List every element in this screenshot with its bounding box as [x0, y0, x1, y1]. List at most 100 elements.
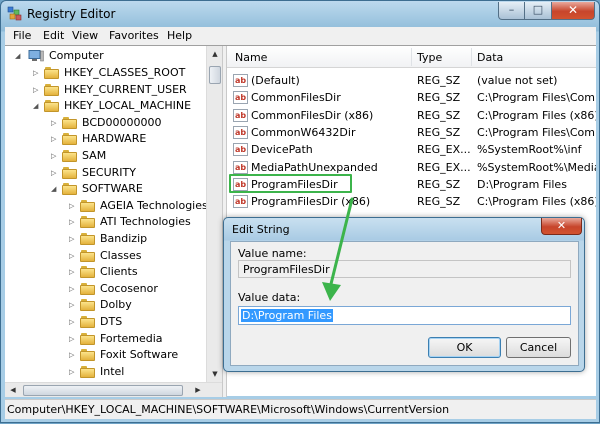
scroll-thumb[interactable] [209, 66, 221, 84]
folder-icon [80, 216, 96, 229]
string-value-icon: ab [233, 91, 248, 105]
expanded-arrow-icon[interactable]: ◢ [15, 52, 23, 60]
tree-horizontal-scrollbar[interactable]: ◀ ▶ [5, 382, 222, 397]
menu-file[interactable]: File [13, 29, 31, 42]
folder-icon [80, 365, 96, 378]
value-type-cell: REG_SZ [417, 108, 461, 122]
collapsed-arrow-icon[interactable]: ▷ [69, 368, 77, 376]
menu-edit[interactable]: Edit [43, 29, 64, 42]
collapsed-arrow-icon[interactable]: ▷ [51, 152, 59, 160]
scroll-up-arrow-icon[interactable]: ▲ [207, 46, 223, 62]
collapsed-arrow-icon[interactable]: ▷ [69, 318, 77, 326]
column-header-data[interactable]: Data [477, 51, 503, 64]
folder-icon [44, 100, 60, 113]
collapsed-arrow-icon[interactable]: ▷ [69, 335, 77, 343]
folder-icon [80, 199, 96, 212]
value-data-cell: C:\Program Files (x86) [477, 195, 596, 209]
title-bar[interactable]: Registry Editor – □ ✕ [1, 1, 599, 27]
string-value-icon: ab [233, 125, 248, 139]
value-type-cell: REG_SZ [417, 177, 461, 191]
value-data-text: D:\Program Files [241, 309, 333, 322]
table-row[interactable]: ab ProgramFilesDir (x86) REG_SZ C:\Program … [227, 193, 596, 211]
collapsed-arrow-icon[interactable]: ▷ [69, 285, 77, 293]
scroll-left-arrow-icon[interactable]: ◀ [5, 383, 21, 398]
status-path: Computer\HKEY_LOCAL_MACHINE\SOFTWARE\Mic… [7, 403, 450, 416]
tree-item-label: Intel [100, 364, 125, 378]
tree-item-label: AGEIA Technologies [100, 198, 208, 212]
tree-item-label: Classes [100, 248, 142, 262]
tree-item-label: Cocosenor [100, 281, 158, 295]
table-row[interactable]: ab (Default) REG_SZ (value not set) [227, 72, 596, 90]
collapsed-arrow-icon[interactable]: ▷ [33, 86, 41, 94]
tree-item-label: HKEY_CLASSES_ROOT [64, 66, 186, 79]
folder-icon [80, 316, 96, 328]
collapsed-arrow-icon[interactable]: ▷ [33, 69, 41, 77]
collapsed-arrow-icon[interactable]: ▷ [51, 135, 59, 143]
tree-item-label: BCD00000000 [82, 115, 162, 129]
table-row[interactable]: ab CommonFilesDir (x86) REG_SZ C:\Program F… [227, 107, 596, 125]
tree-item-label: SAM [82, 149, 107, 162]
tree-item-label: HARDWARE [82, 132, 147, 146]
value-data-cell: C:\Program Files\Comm [477, 125, 596, 139]
scroll-thumb[interactable] [23, 385, 183, 396]
folder-icon [62, 116, 78, 129]
scroll-down-arrow-icon[interactable]: ▼ [207, 366, 223, 382]
folder-icon [62, 133, 78, 146]
value-name-cell: ProgramFilesDir (x86) [251, 195, 371, 209]
value-type-cell: REG_SZ [417, 125, 461, 139]
collapsed-arrow-icon[interactable]: ▷ [69, 268, 77, 276]
value-type-cell: REG_EX... [417, 143, 471, 157]
collapsed-arrow-icon[interactable]: ▷ [69, 218, 77, 226]
cancel-button[interactable]: Cancel [506, 337, 571, 358]
string-value-icon: ab [233, 195, 248, 209]
collapsed-arrow-icon[interactable]: ▷ [69, 301, 77, 309]
menu-view[interactable]: View [72, 29, 98, 42]
tree-item-label: Bandizip [100, 232, 148, 245]
table-row[interactable]: ab CommonW6432Dir REG_SZ C:\Program Files\C… [227, 124, 596, 142]
status-bar: Computer\HKEY_LOCAL_MACHINE\SOFTWARE\Mic… [5, 399, 596, 419]
edit-string-dialog: Edit String ✕ Value name: ProgramFilesDi… [223, 217, 585, 372]
maximize-button[interactable]: □ [525, 2, 552, 20]
collapsed-arrow-icon[interactable]: ▷ [69, 252, 77, 260]
value-data-cell: %SystemRoot%\inf [477, 143, 582, 157]
column-divider[interactable] [471, 48, 472, 66]
folder-icon [44, 67, 60, 79]
column-divider[interactable] [411, 48, 412, 66]
expanded-arrow-icon[interactable]: ◢ [33, 102, 41, 110]
collapsed-arrow-icon[interactable]: ▷ [69, 351, 77, 359]
column-header-name[interactable]: Name [235, 51, 267, 64]
folder-icon [80, 299, 96, 312]
tree-item-label: Clients [100, 265, 138, 279]
scroll-right-arrow-icon[interactable]: ▶ [190, 383, 206, 398]
tree-item-label: SOFTWARE [82, 182, 143, 196]
collapsed-arrow-icon[interactable]: ▷ [51, 119, 59, 127]
close-button[interactable]: ✕ [552, 2, 595, 20]
minimize-button[interactable]: – [498, 2, 525, 20]
tree-vertical-scrollbar[interactable]: ▲ ▼ [206, 46, 222, 382]
tree-item-label: Dolby [100, 298, 132, 312]
collapsed-arrow-icon[interactable]: ▷ [69, 235, 77, 243]
collapsed-arrow-icon[interactable]: ▷ [51, 169, 59, 177]
tree-item-label: HKEY_CURRENT_USER [64, 82, 187, 96]
dialog-close-button[interactable]: ✕ [541, 218, 582, 235]
expanded-arrow-icon[interactable]: ◢ [51, 185, 59, 193]
value-data-label: Value data: [238, 291, 301, 304]
value-data-cell: D:\Program Files [477, 177, 567, 191]
collapsed-arrow-icon[interactable]: ▷ [69, 202, 77, 210]
menu-help[interactable]: Help [167, 29, 192, 42]
table-row[interactable]: ab CommonFilesDir REG_SZ C:\Program Files\C… [227, 89, 596, 107]
folder-icon [62, 150, 78, 162]
folder-icon [80, 332, 96, 345]
value-name-cell: MediaPathUnexpanded [251, 160, 378, 174]
table-row[interactable]: ab DevicePath REG_EX... %SystemRoot%\inf [227, 141, 596, 159]
folder-icon [80, 249, 96, 262]
menu-favorites[interactable]: Favorites [109, 29, 159, 42]
window-title: Registry Editor [27, 7, 116, 21]
registry-editor-window: Registry Editor – □ ✕ File Edit View Fav… [0, 0, 600, 423]
dialog-title: Edit String [232, 223, 290, 236]
value-name-cell: DevicePath [251, 143, 313, 157]
column-header-type[interactable]: Type [417, 51, 442, 64]
value-data-input[interactable]: D:\Program Files [238, 306, 571, 325]
ok-button[interactable]: OK [428, 337, 501, 358]
value-data-cell: C:\Program Files (x86)\C [477, 108, 596, 122]
